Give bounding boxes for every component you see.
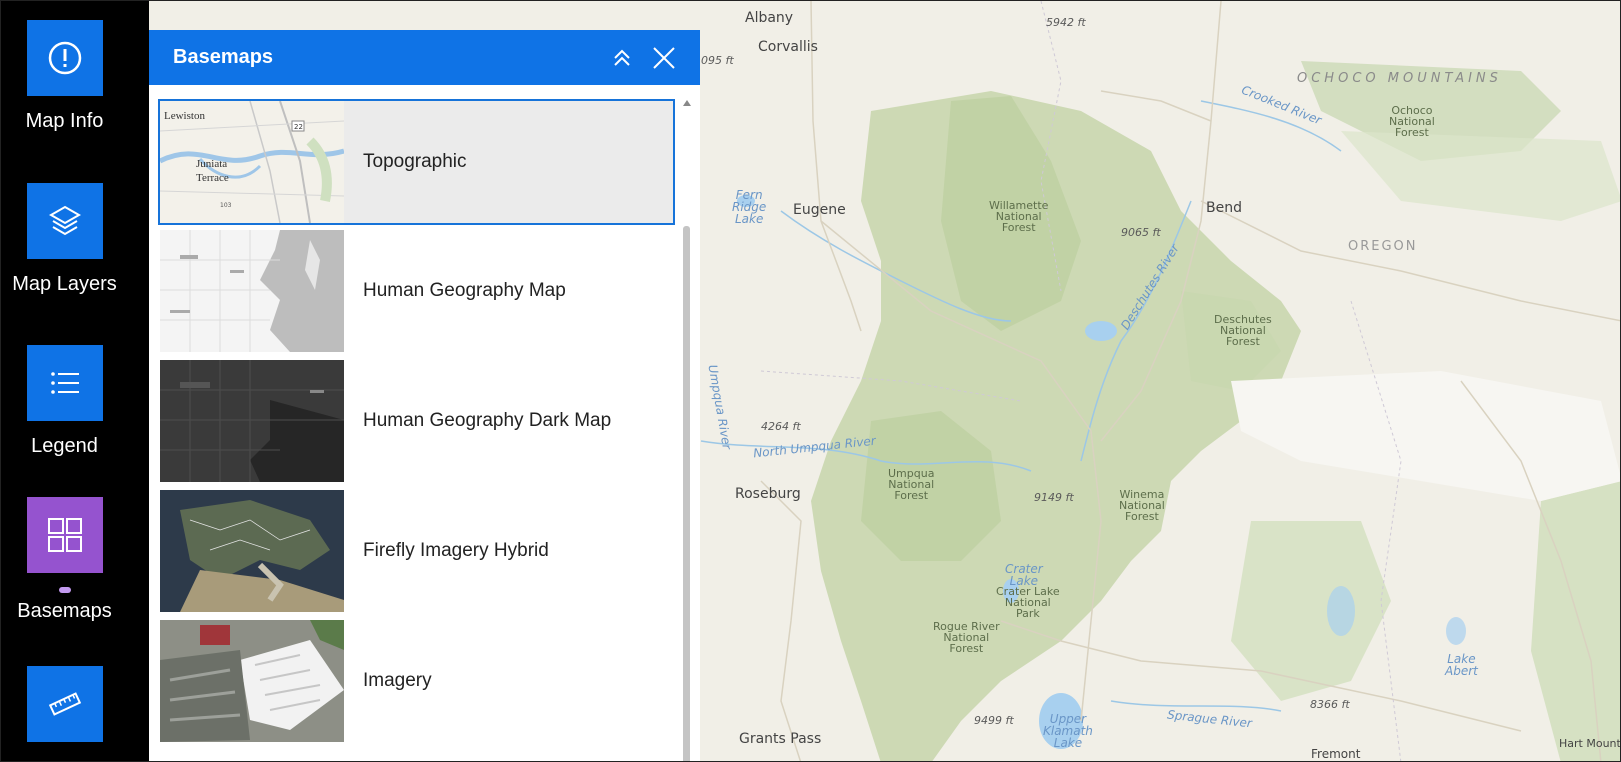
map-water-label: Upper Klamath Lake [1043,712,1093,750]
basemap-label: Human Geography Dark Map [363,409,612,431]
map-elevation-label: 4264 ft [761,420,801,433]
basemap-item-human-geography[interactable]: Human Geography Map [160,228,673,353]
map-city-label: Albany [745,10,794,26]
map-forest-label: Deschutes National Forest [1214,313,1272,348]
active-indicator [58,587,71,593]
sidebar-item-label: Map Info [25,110,104,132]
map-water-label: Crater Lake [1005,562,1043,588]
tool-sidebar: Map Info Map Layers Legend Basemaps [1,1,149,761]
basemap-thumbnail [160,619,344,742]
panel-title: Basemaps [173,46,274,68]
map-city-label: Eugene [793,202,846,218]
thumbnail-text: Lewiston [164,110,205,122]
thumbnail-text: Juniata [196,158,227,170]
panel-scrollbar[interactable] [682,96,691,761]
scroll-up-icon[interactable] [682,100,691,106]
basemap-thumbnail [160,229,344,352]
map-elevation-label: 9149 ft [1034,491,1074,504]
basemaps-button[interactable] [26,497,103,573]
map-state-label: OREGON [1348,239,1418,254]
sidebar-item-map-info[interactable]: Map Info [1,20,128,133]
thumbnail-text: Terrace [196,172,229,184]
thumbnail-text: 22 [294,123,303,131]
map-water-label: Lake Abert [1445,652,1478,678]
map-region-label: OCHOCO MOUNTAINS [1297,71,1502,86]
basemap-label: Firefly Imagery Hybrid [363,539,549,561]
map-forest-label: Umpqua National Forest [888,467,935,502]
map-info-button[interactable] [26,20,103,96]
sidebar-item-basemaps[interactable]: Basemaps [1,497,128,623]
chevrons-up-icon[interactable] [608,44,636,72]
sidebar-item-label: Legend [31,435,98,457]
basemap-item-imagery[interactable]: Imagery [160,618,673,743]
info-circle-icon [48,41,81,75]
panel-header: Basemaps [149,30,700,85]
map-forest-label: Ochoco National Forest [1389,104,1435,139]
measure-ruler-icon [48,692,81,716]
map-city-label: Grants Pass [739,731,822,747]
map-elevation-label: 9499 ft [974,714,1014,727]
map-city-label: Bend [1206,200,1242,216]
close-icon[interactable] [650,44,678,72]
basemap-item-firefly-imagery-hybrid[interactable]: Firefly Imagery Hybrid [160,488,673,613]
basemap-label: Human Geography Map [363,279,566,301]
map-city-label: Hart Mount [1559,737,1621,750]
basemaps-panel: Basemaps 22 103 Lewiston Juniata Terrace… [149,30,700,761]
map-forest-label: Rogue River National Forest [933,620,1000,655]
map-park-label: Crater Lake National Park [996,585,1060,620]
sidebar-item-map-layers[interactable]: Map Layers [1,183,128,296]
map-forest-label: Winema National Forest [1119,488,1165,523]
basemap-item-topographic[interactable]: 22 103 Lewiston Juniata Terrace Topograp… [158,99,675,225]
layers-icon [48,205,81,236]
map-forest-label: Willamette National Forest [989,199,1049,234]
map-city-label: Fremont [1311,747,1361,761]
map-city-label: Corvallis [758,39,818,55]
map-elevation-label: 8366 ft [1310,698,1350,711]
basemap-label: Topographic [363,151,467,172]
app-frame: Albany Corvallis Eugene Bend Roseburg Gr… [0,0,1621,762]
map-layers-button[interactable] [26,183,103,259]
basemap-thumbnail [160,489,344,612]
sidebar-item-label: Map Layers [12,273,117,295]
thumbnail-text: 103 [220,202,232,209]
scrollbar-thumb[interactable] [683,226,690,761]
sidebar-item-label: Basemaps [17,600,112,622]
basemap-list: 22 103 Lewiston Juniata Terrace Topograp… [158,99,675,748]
legend-list-icon [50,372,79,394]
legend-button[interactable] [26,345,103,421]
sidebar-item-legend[interactable]: Legend [1,345,128,458]
sidebar-item-measure[interactable] [1,666,128,742]
map-elevation-label: 9065 ft [1121,226,1161,239]
basemap-label: Imagery [363,669,432,691]
basemap-thumbnail [160,359,344,482]
map-elevation-label: 5942 ft [1046,16,1086,29]
map-city-label: Roseburg [735,486,801,502]
map-water-label: Fern Ridge Lake [732,188,767,226]
measure-button[interactable] [26,666,103,742]
basemap-grid-icon [47,518,82,552]
basemap-item-human-geography-dark[interactable]: Human Geography Dark Map [160,358,673,483]
map-elevation-label: 095 ft [701,54,734,67]
basemap-thumbnail: 22 103 Lewiston Juniata Terrace [160,101,344,223]
